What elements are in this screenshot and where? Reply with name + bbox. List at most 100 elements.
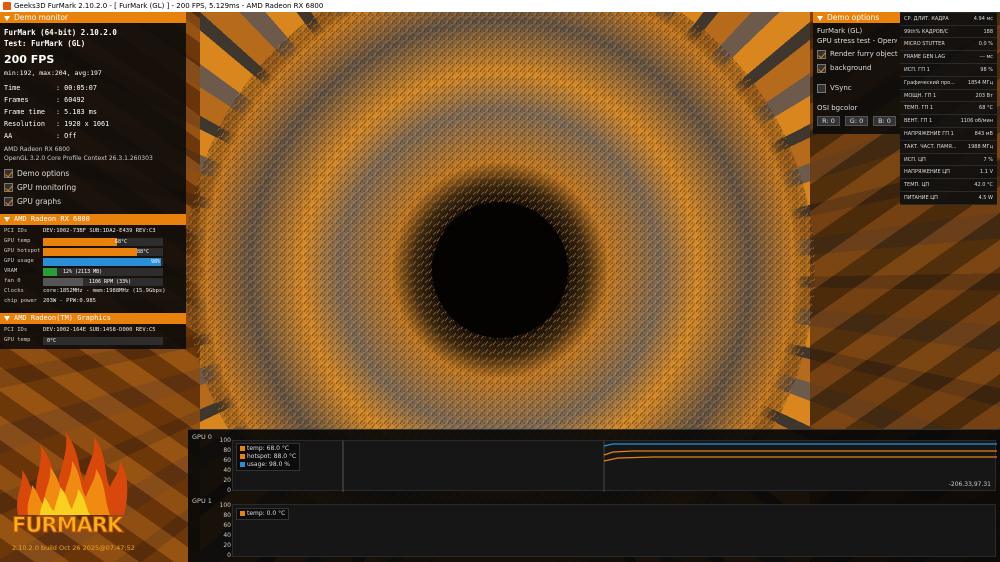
overlay-stat-label: ПИТАНИЕ ЦП: [904, 195, 938, 201]
pci-label: PCI IDs: [4, 327, 28, 333]
overlay-stat-value: 42.0 °C: [974, 182, 993, 189]
legend-swatch: [240, 511, 245, 516]
overlay-stat-label: МОЩН. ГП 1: [904, 92, 937, 99]
overlay-stat-value: 1106 об/мин: [960, 118, 993, 125]
gpu1-ytick: 80: [223, 512, 231, 519]
legend-item: usage: 98.0 %: [240, 461, 296, 469]
overlay-stat-label: MICRO STUTTER: [904, 41, 945, 48]
furmark-wordmark: FURMARK: [11, 513, 123, 538]
render-furry-checkbox[interactable]: [817, 50, 826, 59]
chip-power-label: chip power: [4, 298, 38, 304]
gpu1-ytick: 0: [227, 552, 231, 559]
demo-monitor-header[interactable]: Demo monitor: [0, 12, 186, 23]
overlay-stat-row: ИСП. ЦП 7 %: [900, 154, 997, 167]
overlay-stat-label: ВЕНТ. ГП 1: [904, 118, 933, 125]
overlay-stat-row: ПИТАНИЕ ЦП 4.5 W: [900, 192, 997, 205]
stat-value: : 00:05:07: [56, 84, 97, 92]
collapse-triangle-icon: [4, 315, 10, 321]
overlay-stat-label: FRAME GEN LAG: [904, 54, 946, 61]
gpu1-graph-label: GPU 1: [192, 497, 212, 505]
gpu-usage-bar: 98%: [43, 258, 163, 266]
clocks-value: core:1852MHz - mem:1988MHz (15.9Gbps): [43, 288, 166, 294]
legend-label: temp: 0.0 °C: [247, 510, 286, 517]
legend-label: usage: 98.0 %: [247, 461, 291, 468]
gpu0-ytick: 100: [219, 437, 231, 444]
gpu1-ytick: 100: [219, 502, 231, 509]
pci-label: PCI IDs: [4, 228, 28, 234]
demo-options-header[interactable]: Demo options: [813, 12, 900, 23]
overlay-stat-value: 843 мВ: [974, 131, 993, 137]
overlay-stat-row: ИСП. ГП 1 98 %: [900, 64, 997, 77]
vsync-checkbox[interactable]: [817, 84, 826, 93]
overlay-stat-row: СР. ДЛИТ. КАДРА 4.94 мс: [900, 13, 997, 26]
stat-value: : 5.183 ms: [56, 108, 97, 116]
demo-options-checkbox[interactable]: [4, 169, 13, 178]
pci-value: DEV:1002-73BF SUB:1DA2-E439 REV:C3: [43, 228, 156, 234]
overlay-stat-row: Графический про... 1854 МГц: [900, 77, 997, 90]
overlay-stat-row: НАПРЯЖЕНИЕ ЦП 1.1 V: [900, 166, 997, 180]
stat-value: : 60492: [56, 96, 85, 104]
overlay-stats-panel: Кадр./с203СР. ДЛИТ. КАДРА4.94 мс99th% КА…: [900, 0, 997, 205]
demo-monitor-panel: Demo monitor FurMark (64-bit) 2.10.2.0 T…: [0, 12, 186, 214]
overlay-stat-value: --- мс: [979, 54, 993, 61]
gpu-hotspot-fill: [43, 248, 137, 256]
gpu-hotspot-label: GPU hotspot: [4, 248, 41, 254]
gpu-hotspot-bar: 88°C: [43, 248, 163, 256]
overlay-stat-row: FRAME GEN LAG --- мс: [900, 51, 997, 65]
gpu0-ytick: 0: [227, 487, 231, 494]
collapse-triangle-icon: [4, 15, 10, 21]
gpu1-ytick: 40: [223, 532, 231, 539]
overlay-stat-label: ИСП. ГП 1: [904, 67, 930, 73]
chip-power-value: 203W - PPW:0.985: [43, 298, 96, 304]
legend-item: hotspot: 88.0 °C: [240, 453, 296, 461]
gpu-monitoring-checkbox[interactable]: [4, 183, 13, 192]
vram-value: 12% (2113 MB): [63, 269, 103, 275]
gpu-graphs-checkbox[interactable]: [4, 197, 13, 206]
gpu0-graph-label: GPU 0: [192, 433, 212, 441]
gpu2-monitor-panel: AMD Radeon(TM) Graphics PCI IDs DEV:1002…: [0, 313, 186, 349]
gpu2-monitor-header[interactable]: AMD Radeon(TM) Graphics: [0, 313, 186, 324]
overlay-stat-value: 0.0 %: [978, 41, 993, 48]
furmark-app-icon: [3, 2, 11, 10]
flame-icon: [17, 433, 128, 515]
gpu-monitor-title: AMD Radeon RX 6800: [14, 215, 90, 223]
overlay-stat-row: ВЕНТ. ГП 1 1106 об/мин: [900, 115, 997, 129]
background-checkbox[interactable]: [817, 64, 826, 73]
osi-b-input[interactable]: B: 0: [873, 116, 896, 126]
fan-label: fan 0: [4, 278, 21, 284]
usage-series-line: [603, 443, 997, 447]
gpu1-graph-area: [232, 504, 996, 557]
gl-info: OpenGL 3.2.0 Core Profile Context 26.3.1…: [4, 155, 153, 162]
gpu0-ytick: 60: [223, 457, 231, 464]
osi-r-input[interactable]: R: 0: [817, 116, 840, 126]
overlay-stat-row: 99th% КАДРОВ/С 188: [900, 26, 997, 39]
build-info: 2.10.2.0 build Oct 26 2025@07:47:52: [12, 544, 135, 552]
overlay-stat-row: ТЕМП. ГП 1 68 °C: [900, 102, 997, 116]
vram-fill: [43, 268, 58, 276]
demo-description: GPU stress test - OpenGL: [817, 37, 897, 45]
gpu1-ytick: 20: [223, 542, 231, 549]
overlay-stat-label: НАПРЯЖЕНИЕ ГП 1: [904, 131, 954, 137]
fan-value: 1106 RPM (33%): [89, 279, 132, 285]
gpu-temp-value: 68°C: [115, 239, 128, 245]
fps-stats: min:192, max:204, avg:197: [4, 69, 102, 77]
demo-options-title: Demo options: [827, 13, 880, 22]
vram-label: VRAM: [4, 268, 18, 274]
overlay-stat-label: ТАКТ. ЧАСТ. ПАМЯ...: [904, 143, 957, 150]
gpu-temp-label: GPU temp: [4, 337, 31, 343]
gpu-monitor-header[interactable]: AMD Radeon RX 6800: [0, 214, 186, 225]
fan-bar: 1106 RPM (33%): [43, 278, 163, 286]
gpu-temp-label: GPU temp: [4, 238, 31, 244]
stat-label: Frames: [4, 96, 29, 104]
gpu0-graph-svg: [342, 441, 997, 492]
pci-value: DEV:1002-164E SUB:1458-D000 REV:C5: [43, 327, 156, 333]
background-label: background: [830, 64, 872, 72]
legend-swatch: [240, 446, 245, 451]
vram-bar: 12% (2113 MB): [43, 268, 163, 276]
osi-g-input[interactable]: G: 0: [845, 116, 868, 126]
overlay-stat-value: 68 °C: [979, 105, 993, 112]
overlay-stat-label: 99th% КАДРОВ/С: [904, 28, 949, 35]
furmark-logo: FURMARK 2.10.2.0 build Oct 26 2025@07:47…: [10, 415, 135, 560]
overlay-stat-value: 98 %: [980, 67, 993, 73]
osi-bgcolor-label: OSI bgcolor: [817, 104, 858, 112]
